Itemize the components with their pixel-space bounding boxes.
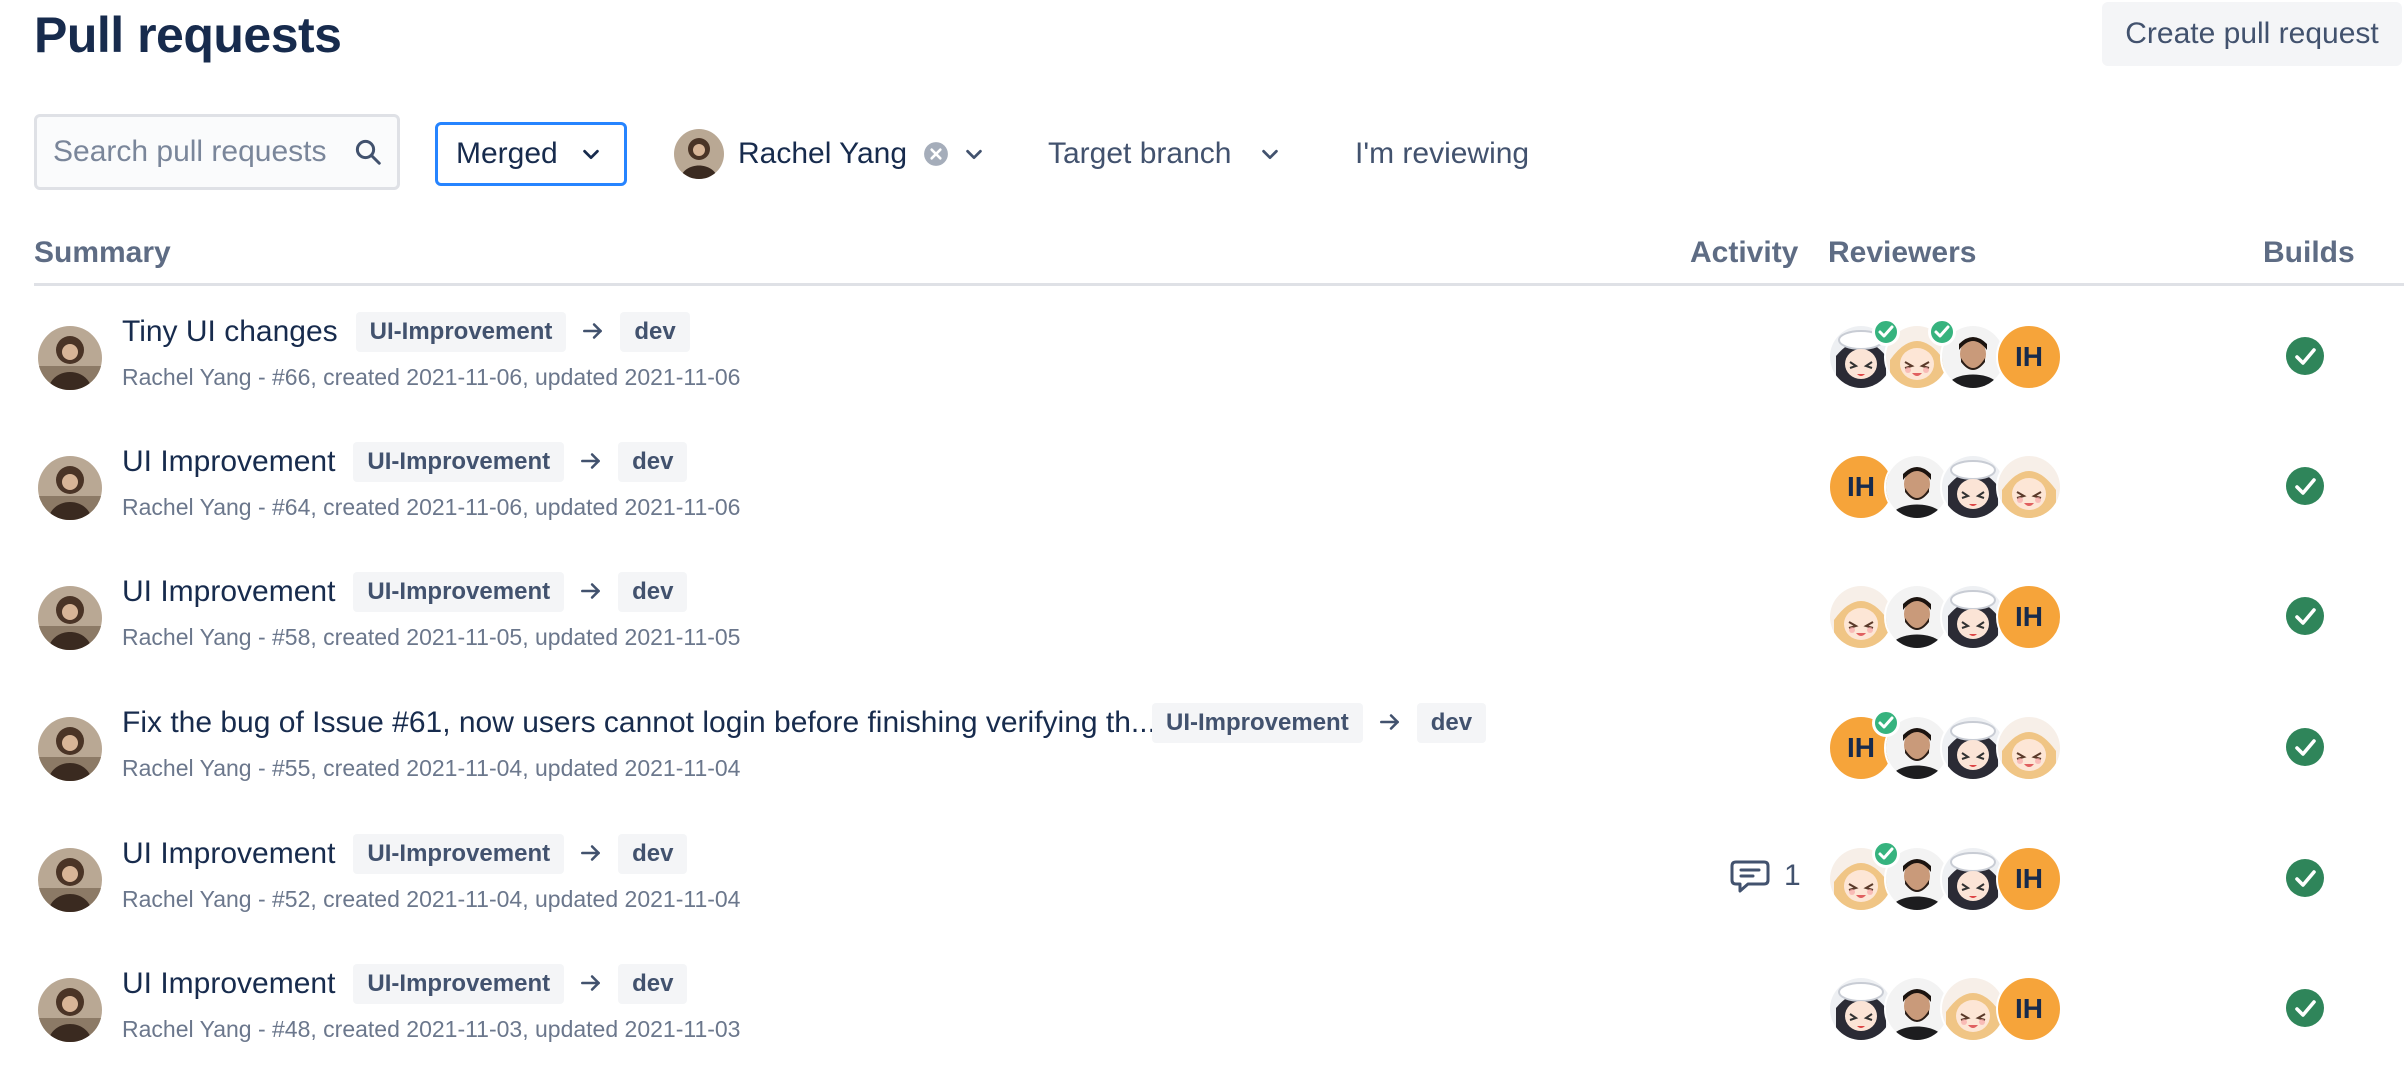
arrow-right-icon	[1377, 709, 1403, 735]
author-avatar[interactable]	[38, 717, 102, 781]
target-branch-tag: dev	[618, 964, 688, 1004]
build-success-icon[interactable]	[2285, 727, 2325, 767]
arrow-right-icon	[578, 578, 604, 604]
pull-request-meta: Rachel Yang - #66, created 2021-11-06, u…	[122, 364, 741, 390]
pull-request-meta: Rachel Yang - #52, created 2021-11-04, u…	[122, 886, 741, 912]
pull-request-row[interactable]: Tiny UI changes Rachel Yang - #66, create…	[0, 290, 2406, 420]
pull-request-title[interactable]: UI Improvement	[122, 575, 335, 609]
source-branch-tag: UI-Improvement	[353, 572, 565, 612]
author-avatar[interactable]	[38, 848, 102, 912]
column-header-builds: Builds	[2263, 236, 2355, 269]
source-branch-tag: UI-Improvement	[353, 834, 565, 874]
column-header-activity: Activity	[1690, 236, 1799, 269]
build-success-icon[interactable]	[2285, 858, 2325, 898]
chevron-down-icon	[966, 149, 982, 160]
approved-check-icon	[1872, 709, 1900, 737]
reviewer-avatar[interactable]: IH	[1996, 976, 2062, 1042]
chevron-down-icon	[1262, 149, 1279, 160]
reviewer-avatar[interactable]: IH	[1996, 324, 2062, 390]
target-branch-tag: dev	[1416, 703, 1487, 743]
build-success-icon[interactable]	[2285, 596, 2325, 636]
pull-request-title[interactable]: Tiny UI changes	[122, 315, 338, 349]
comment-count: 1	[1784, 859, 1801, 892]
approved-check-icon	[1928, 318, 1956, 346]
pull-request-meta: Rachel Yang - #55, created 2021-11-04, u…	[122, 755, 741, 781]
author-filter-label: Rachel Yang	[738, 137, 908, 170]
build-success-icon[interactable]	[2285, 466, 2325, 506]
pull-request-meta: Rachel Yang - #58, created 2021-11-05, u…	[122, 624, 741, 650]
build-success-icon[interactable]	[2285, 988, 2325, 1028]
pull-request-title[interactable]: UI Improvement	[122, 445, 335, 479]
pull-request-row[interactable]: UI Improvement Rachel Yang - #58, created…	[0, 550, 2406, 680]
comment-icon	[1730, 858, 1770, 894]
reviewer-avatars: IH	[1828, 840, 2068, 912]
reviewer-avatars: IH	[1828, 318, 2068, 390]
clear-icon[interactable]	[923, 141, 949, 167]
chevron-down-icon	[582, 149, 599, 160]
approved-check-icon	[1872, 318, 1900, 346]
target-branch-tag: dev	[618, 572, 688, 612]
column-header-summary: Summary	[34, 236, 171, 269]
arrow-right-icon	[578, 970, 604, 996]
pull-request-row[interactable]: UI Improvement Rachel Yang - #64, created…	[0, 420, 2406, 550]
arrow-right-icon	[578, 448, 604, 474]
author-filter[interactable]: Rachel Yang	[674, 122, 985, 186]
approved-check-icon	[1872, 840, 1900, 868]
target-branch-label: Target branch	[1048, 137, 1232, 170]
reviewer-avatars: IH	[1828, 709, 2068, 781]
author-avatar[interactable]	[38, 326, 102, 390]
arrow-right-icon	[578, 840, 604, 866]
create-pull-request-button[interactable]: Create pull request	[2102, 2, 2402, 66]
search-icon[interactable]	[353, 137, 383, 167]
state-filter-label: Merged	[456, 137, 558, 170]
target-branch-tag: dev	[618, 442, 688, 482]
author-avatar	[674, 129, 724, 179]
source-branch-tag: UI-Improvement	[1152, 703, 1363, 743]
source-branch-tag: UI-Improvement	[355, 312, 567, 352]
pull-request-title[interactable]: UI Improvement	[122, 837, 335, 871]
pull-request-title[interactable]: UI Improvement	[122, 967, 335, 1001]
activity-comments[interactable]: 1	[1730, 858, 1801, 894]
target-branch-filter[interactable]: Target branch	[1048, 122, 1281, 186]
pull-request-row[interactable]: UI Improvement Rachel Yang - #52, created…	[0, 812, 2406, 942]
pull-request-row[interactable]: Fix the bug of Issue #61, now users cann…	[0, 681, 2406, 811]
reviewer-avatar[interactable]	[1996, 454, 2062, 520]
reviewer-avatar[interactable]: IH	[1996, 846, 2062, 912]
im-reviewing-filter[interactable]: I'm reviewing	[1355, 122, 1529, 186]
reviewer-avatars: IH	[1828, 976, 2068, 1042]
build-success-icon[interactable]	[2285, 336, 2325, 376]
target-branch-tag: dev	[618, 834, 688, 874]
reviewer-avatars: IH	[1828, 454, 2068, 520]
pull-request-title[interactable]: Fix the bug of Issue #61, now users cann…	[122, 706, 1156, 740]
reviewer-avatars: IH	[1828, 584, 2068, 650]
search-box	[34, 114, 400, 190]
column-header-reviewers: Reviewers	[1828, 236, 1977, 269]
author-avatar[interactable]	[38, 456, 102, 520]
author-avatar[interactable]	[38, 978, 102, 1042]
state-filter-dropdown[interactable]: Merged	[435, 122, 627, 186]
search-input[interactable]	[51, 134, 353, 170]
arrow-right-icon	[580, 318, 606, 344]
source-branch-tag: UI-Improvement	[353, 442, 565, 482]
pull-request-row[interactable]: UI Improvement Rachel Yang - #48, created…	[0, 942, 2406, 1072]
page-title: Pull requests	[34, 7, 342, 63]
reviewer-avatar[interactable]: IH	[1996, 584, 2062, 650]
source-branch-tag: UI-Improvement	[353, 964, 565, 1004]
target-branch-tag: dev	[620, 312, 690, 352]
header-divider	[34, 283, 2404, 286]
pull-request-meta: Rachel Yang - #64, created 2021-11-06, u…	[122, 494, 741, 520]
pull-request-meta: Rachel Yang - #48, created 2021-11-03, u…	[122, 1016, 741, 1042]
reviewer-avatar[interactable]	[1996, 715, 2062, 781]
author-avatar[interactable]	[38, 586, 102, 650]
